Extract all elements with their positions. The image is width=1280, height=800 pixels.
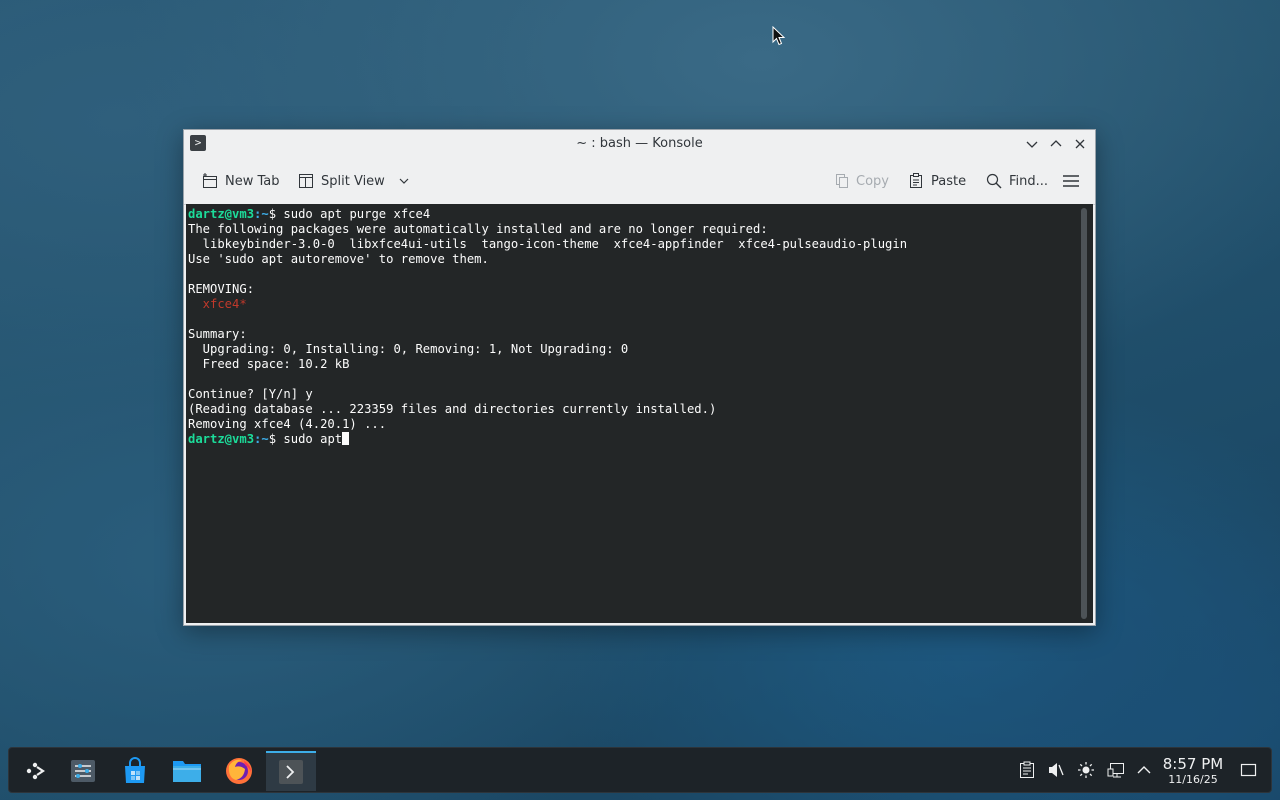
taskbar-firefox[interactable] <box>215 751 263 791</box>
split-view-icon <box>297 172 315 190</box>
terminal-scrollbar[interactable] <box>1081 208 1087 619</box>
application-launcher-icon <box>26 762 45 780</box>
paste-label: Paste <box>931 173 967 189</box>
split-view-button[interactable]: Split View <box>297 170 411 192</box>
brightness-tray-icon[interactable] <box>1077 761 1095 779</box>
find-label: Find... <box>1009 173 1049 189</box>
output-line: Continue? [Y/n] y <box>188 387 313 401</box>
close-button[interactable] <box>1071 135 1089 153</box>
prompt-path: ~ <box>261 207 269 221</box>
paste-button[interactable]: Paste <box>907 170 966 192</box>
split-view-label: Split View <box>321 173 385 189</box>
taskbar-system-settings[interactable] <box>59 751 107 791</box>
chevron-up-icon <box>1050 140 1062 147</box>
taskbar-dolphin[interactable] <box>163 751 211 791</box>
clock-time: 8:57 PM <box>1162 755 1224 773</box>
konsole-toolbar: New Tab Split View Copy Paste Find... <box>184 158 1095 205</box>
system-settings-icon <box>71 760 95 782</box>
taskbar-konsole[interactable] <box>266 751 316 791</box>
prompt-user: dartz@vm3 <box>188 432 255 446</box>
taskbar-panel: 8:57 PM 11/16/25 <box>8 747 1272 793</box>
copy-label: Copy <box>856 173 889 189</box>
show-hidden-icons-chevron-up-icon[interactable] <box>1135 761 1153 779</box>
output-line: Freed space: 10.2 kB <box>188 357 350 371</box>
discover-store-icon <box>125 757 145 783</box>
chevron-down-icon <box>399 178 409 184</box>
hamburger-menu-button[interactable] <box>1062 170 1080 192</box>
prompt-path: ~ <box>261 432 269 446</box>
new-tab-icon <box>201 172 219 190</box>
minimize-button[interactable] <box>1023 135 1041 153</box>
find-button[interactable]: Find... <box>985 170 1048 192</box>
firefox-icon <box>226 758 252 784</box>
output-line: Upgrading: 0, Installing: 0, Removing: 1… <box>188 342 629 356</box>
copy-icon <box>832 172 850 190</box>
removed-package: xfce4* <box>188 297 247 311</box>
paste-icon <box>907 172 925 190</box>
show-desktop-icon[interactable] <box>1239 761 1257 779</box>
volume-muted-tray-icon[interactable] <box>1047 761 1065 779</box>
window-title: ~ : bash — Konsole <box>576 136 703 151</box>
dolphin-file-manager-icon <box>173 761 201 782</box>
application-launcher-button[interactable] <box>11 751 59 791</box>
command-input[interactable]: sudo apt <box>283 432 342 446</box>
clock-date: 11/16/25 <box>1168 773 1218 786</box>
konsole-task-icon <box>279 760 303 784</box>
taskbar-discover[interactable] <box>111 751 159 791</box>
text-cursor <box>342 432 350 445</box>
new-tab-label: New Tab <box>225 173 280 189</box>
prompt-user: dartz@vm3 <box>188 207 255 221</box>
maximize-button[interactable] <box>1047 135 1065 153</box>
output-line: libkeybinder-3.0-0 libxfce4ui-utils tang… <box>188 237 908 251</box>
search-icon <box>985 172 1003 190</box>
window-titlebar[interactable]: > ~ : bash — Konsole <box>184 130 1095 158</box>
new-tab-button[interactable]: New Tab <box>201 170 280 192</box>
hamburger-menu-icon <box>1063 175 1079 187</box>
output-line: The following packages were automaticall… <box>188 222 768 236</box>
copy-button[interactable]: Copy <box>832 170 889 192</box>
digital-clock[interactable]: 8:57 PM 11/16/25 <box>1161 756 1225 786</box>
mouse-cursor-icon <box>772 26 786 46</box>
output-line: (Reading database ... 223359 files and d… <box>188 402 717 416</box>
output-line: REMOVING: <box>188 282 255 296</box>
output-line: Summary: <box>188 327 247 341</box>
terminal-output[interactable]: dartz@vm3:~$ sudo apt purge xfce4 The fo… <box>186 204 1093 623</box>
clipboard-tray-icon[interactable] <box>1018 761 1036 779</box>
terminal-text: dartz@vm3:~$ sudo apt purge xfce4 The fo… <box>188 207 908 446</box>
konsole-window: > ~ : bash — Konsole New Tab Split View <box>183 129 1096 626</box>
output-line: Removing xfce4 (4.20.1) ... <box>188 417 387 431</box>
network-tray-icon[interactable] <box>1107 761 1125 779</box>
command-line: sudo apt purge xfce4 <box>283 207 431 221</box>
output-line: Use 'sudo apt autoremove' to remove them… <box>188 252 489 266</box>
chevron-down-icon <box>1026 141 1038 148</box>
close-icon <box>1075 139 1085 149</box>
